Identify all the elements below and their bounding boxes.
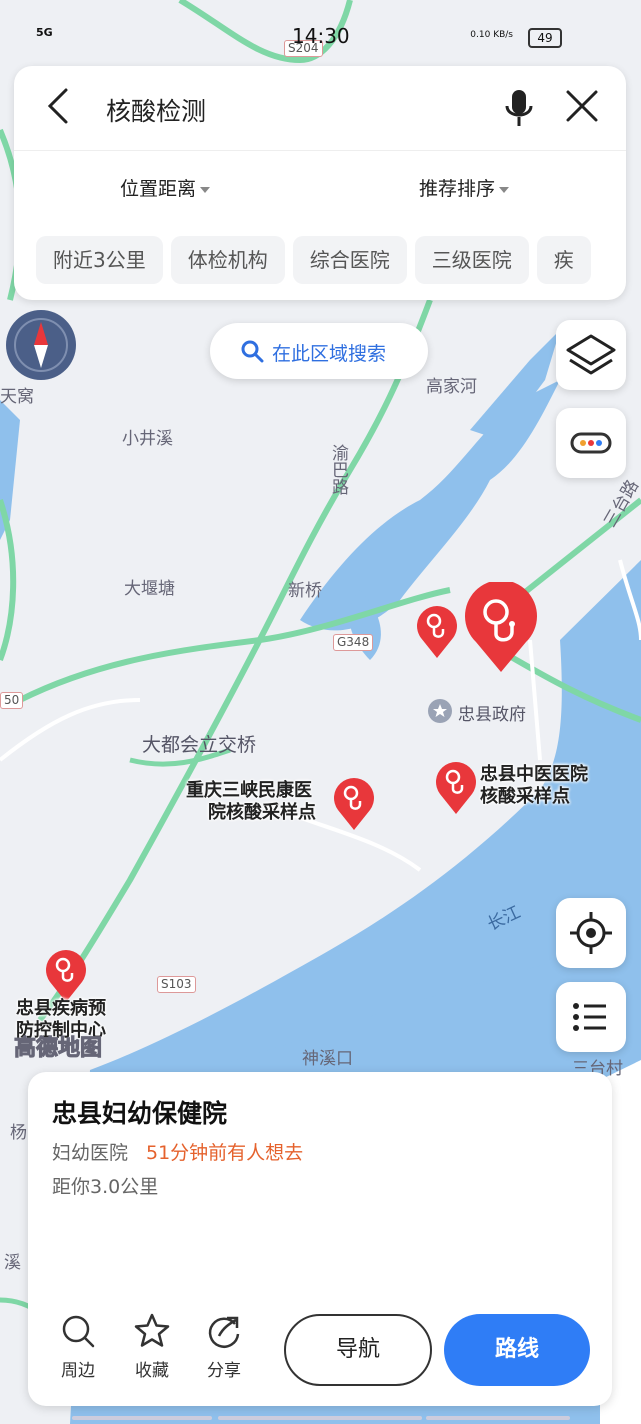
favorite-button[interactable]: 收藏 [124,1312,180,1381]
search-this-area-label: 在此区域搜索 [272,343,387,365]
route-button[interactable]: 路线 [444,1314,590,1386]
marker-label[interactable]: 重庆三峡民康医 院核酸采样点 [186,780,316,824]
compass-icon[interactable] [6,310,76,380]
map-label: 忠县政府 [458,705,526,725]
nearby-button[interactable]: 周边 [50,1312,106,1381]
map-label: 新桥 [288,581,322,601]
page-indicator [72,1416,212,1420]
sort-distance-label: 位置距离 [120,178,197,200]
sort-recommend-label: 推荐排序 [419,178,496,200]
navigate-button[interactable]: 导航 [284,1314,432,1386]
marker-label-line: 核酸采样点 [480,786,570,807]
location-pin-icon [427,698,453,728]
poi-category: 妇幼医院 [52,1142,129,1164]
chip-general-hospital[interactable]: 综合医院 [292,236,407,284]
page-indicator [426,1416,570,1420]
net-speed: 0.10 KB/s [470,30,513,40]
map-label: 大堰塘 [124,579,175,599]
poi-popularity: 51分钟前有人想去 [146,1142,304,1164]
close-icon[interactable] [564,88,600,124]
poi-title: 忠县妇幼保健院 [52,1099,228,1128]
layers-icon [556,334,626,394]
search-icon [50,1312,106,1350]
chevron-down-icon [499,186,510,193]
locate-icon [556,912,626,972]
map-label: 神溪口 [302,1049,353,1069]
status-bar: 5G 14:30 0.10 KB/s 49 [0,0,641,70]
page-indicator [218,1416,422,1420]
marker-label[interactable]: 忠县中医医院 核酸采样点 [480,764,588,808]
road-badge: G348 [333,634,374,651]
map-label: 溪 [4,1253,21,1273]
sort-distance-dropdown[interactable]: 位置距离 [120,174,211,201]
poi-distance: 距你3.0公里 [52,1176,159,1198]
my-location-button[interactable] [556,898,626,968]
layers-button[interactable] [556,320,626,390]
share-label: 分享 [207,1361,241,1381]
list-view-button[interactable] [556,982,626,1052]
map-label: 天窝 [0,387,34,407]
map-label: 大都会立交桥 [142,734,257,756]
map-label: 小井溪 [122,429,173,449]
chevron-down-icon [200,186,211,193]
search-this-area-button[interactable]: 在此区域搜索 [210,323,428,379]
marker-label-line: 院核酸采样点 [208,802,316,823]
status-time: 14:30 [292,24,350,48]
marker-label-line: 忠县疾病预 [16,998,106,1019]
map-label: 杨 [10,1123,27,1143]
marker-label-line: 忠县中医医院 [480,764,588,785]
hospital-marker-icon[interactable] [332,776,376,836]
microphone-icon[interactable] [502,86,536,130]
chip-disease[interactable]: 疾 [536,236,591,284]
chip-nearby-3km[interactable]: 附近3公里 [36,236,163,284]
hospital-marker-icon[interactable] [415,604,459,664]
search-icon [240,339,264,367]
chip-checkup[interactable]: 体检机构 [170,236,285,284]
share-icon [196,1312,252,1350]
network-indicator: 5G [36,26,53,39]
chip-tier3-hospital[interactable]: 三级医院 [414,236,529,284]
favorite-label: 收藏 [135,1361,169,1381]
search-panel: 核酸检测 位置距离 推荐排序 附近3公里 体检机构 综合医院 三级医院疾 [14,66,626,300]
divider [14,150,626,151]
battery-level: 49 [528,28,562,48]
poi-detail-card[interactable]: 忠县妇幼保健院 妇幼医院 51分钟前有人想去 距你3.0公里 周边 收藏 分享 … [28,1072,612,1406]
map-label: 渝巴路 [328,444,348,495]
nearby-label: 周边 [61,1361,95,1381]
sort-recommend-dropdown[interactable]: 推荐排序 [419,174,510,201]
star-icon [124,1312,180,1350]
search-query[interactable]: 核酸检测 [106,92,206,128]
back-arrow-icon[interactable] [42,86,76,126]
list-icon [556,1003,626,1056]
map-logo: 高德地图 [13,1036,103,1062]
road-badge: 50 [0,692,24,709]
hospital-marker-icon[interactable] [434,760,478,820]
toolbox-button[interactable] [556,408,626,478]
toolbox-icon [556,432,626,482]
marker-label-line: 重庆三峡民康医 [186,780,312,801]
filter-chips: 附近3公里 体检机构 综合医院 三级医院疾 [36,236,626,286]
selected-hospital-marker-icon[interactable] [462,580,540,678]
share-button[interactable]: 分享 [196,1312,252,1381]
map-label: 高家河 [426,377,477,397]
road-badge: S103 [157,976,196,993]
